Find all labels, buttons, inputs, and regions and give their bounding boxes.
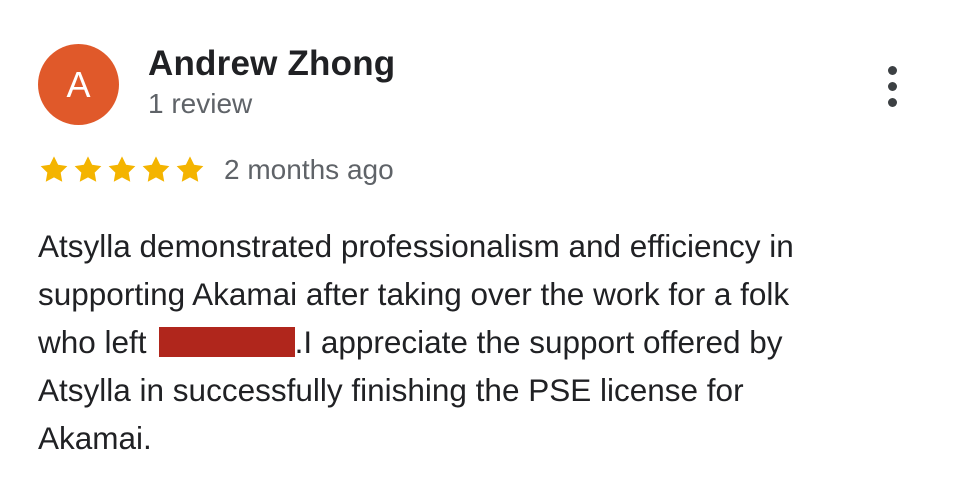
review-line: Akamai.	[38, 420, 152, 456]
avatar-letter: A	[66, 63, 91, 105]
rating-row: 2 months ago	[38, 150, 394, 190]
reviewer-name[interactable]: Andrew Zhong	[148, 44, 395, 84]
review-line: supporting Akamai after taking over the …	[38, 276, 790, 312]
avatar[interactable]: A	[38, 44, 119, 125]
review-text: Atsylla demonstrated professionalism and…	[38, 222, 918, 462]
star-icon	[176, 156, 204, 182]
more-vert-icon-dot	[887, 81, 897, 91]
review-time: 2 months ago	[224, 154, 394, 185]
review-line: Atsylla demonstrated professionalism and…	[38, 228, 794, 264]
more-vert-icon-dot	[887, 97, 897, 107]
review-line: who left .I appreciate the support offere…	[38, 318, 918, 366]
more-options-button[interactable]	[872, 56, 912, 116]
star-icon	[74, 156, 102, 182]
star-icon	[40, 156, 68, 182]
redaction-block	[158, 327, 295, 357]
star-rating	[38, 154, 206, 186]
star-icon	[108, 156, 136, 182]
review-card: A Andrew Zhong 1 review 2 months ago Ats…	[0, 0, 960, 495]
review-text-segment: .I appreciate the support offered by	[294, 324, 783, 360]
review-count: 1 review	[148, 88, 253, 119]
more-vert-icon	[887, 65, 897, 75]
review-text-segment: who left	[38, 324, 147, 360]
review-line: Atsylla in successfully finishing the PS…	[38, 372, 744, 408]
star-icon	[142, 156, 170, 182]
